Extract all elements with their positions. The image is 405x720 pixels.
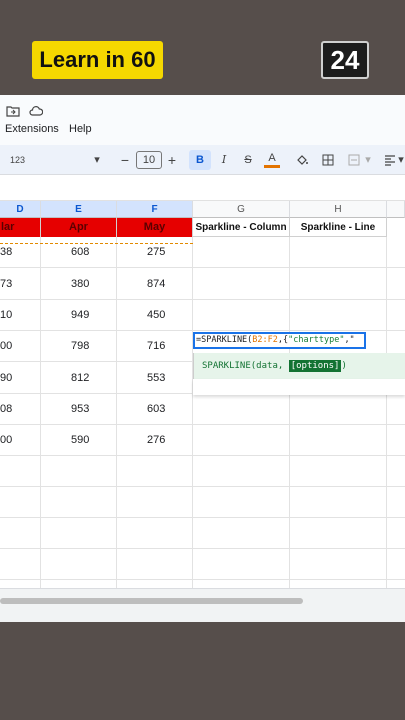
column-header-d[interactable]: D	[0, 201, 41, 218]
formula-range-ref: B2:F2	[252, 335, 278, 345]
cell-d[interactable]: 00	[0, 425, 41, 456]
cell-e[interactable]: 608	[41, 237, 117, 268]
table-row	[0, 487, 405, 518]
counter-badge: 24	[321, 41, 369, 79]
increase-font-size-button[interactable]: +	[166, 150, 178, 170]
merge-cells-icon[interactable]	[348, 154, 360, 166]
borders-icon[interactable]	[322, 154, 334, 166]
scrollbar-thumb[interactable]	[0, 598, 303, 604]
cell-d[interactable]: 38	[0, 237, 41, 268]
formula-tail: ,"	[344, 335, 355, 345]
cell-grid[interactable]: lar Apr May Sparkline - Column Sparkline…	[0, 218, 405, 588]
align-chevron-icon[interactable]: ▾	[397, 150, 405, 170]
spreadsheet-app: Extensions Help 123 ▾ − 10 + B I S A ▾ ▾…	[0, 95, 405, 622]
cell-e[interactable]: 812	[41, 362, 117, 394]
hint-function-signature: SPARKLINE(data,	[202, 361, 289, 371]
decrease-font-size-button[interactable]: −	[120, 150, 130, 170]
column-header-h[interactable]: H	[290, 201, 387, 218]
column-header-g[interactable]: G	[193, 201, 290, 218]
column-header-i[interactable]	[387, 201, 405, 218]
cell-f[interactable]: 450	[117, 300, 193, 331]
header-may[interactable]: May	[117, 218, 193, 237]
learn-in-60-badge: Learn in 60	[32, 41, 163, 79]
text-color-button[interactable]: A	[264, 150, 280, 168]
title-bar: Extensions Help	[0, 95, 405, 145]
toolbar: 123 ▾ − 10 + B I S A ▾ ▾	[0, 145, 405, 175]
hint-options-param: [options]	[288, 360, 342, 372]
cloud-saved-icon[interactable]	[29, 105, 43, 117]
table-row: 38 608 275	[0, 237, 405, 268]
number-format-button[interactable]: 123	[10, 150, 25, 170]
hint-close-paren: )	[341, 361, 347, 371]
font-dropdown-chevron-icon[interactable]: ▾	[92, 150, 102, 170]
cell-d[interactable]: 73	[0, 268, 41, 300]
cell-f[interactable]: 874	[117, 268, 193, 300]
merge-chevron-icon[interactable]: ▾	[364, 150, 372, 170]
table-row	[0, 456, 405, 487]
font-size-field[interactable]: 10	[136, 151, 162, 169]
cell-f[interactable]: 716	[117, 331, 193, 362]
fill-color-icon[interactable]	[296, 154, 308, 166]
function-hint-footer	[193, 379, 405, 395]
copy-selection-marquee	[0, 243, 193, 244]
formula-bar[interactable]	[0, 175, 405, 201]
cell-d[interactable]: 90	[0, 362, 41, 394]
cell-e[interactable]: 380	[41, 268, 117, 300]
cell-e[interactable]: 949	[41, 300, 117, 331]
menu-extensions[interactable]: Extensions	[5, 123, 59, 135]
table-row	[0, 518, 405, 549]
move-folder-icon[interactable]	[6, 105, 20, 117]
cell-e[interactable]: 590	[41, 425, 117, 456]
table-row: 08 953 603	[0, 394, 405, 425]
table-row: 00 590 276	[0, 425, 405, 456]
header-apr[interactable]: Apr	[41, 218, 117, 237]
bold-button[interactable]: B	[189, 150, 211, 170]
table-row: 10 949 450	[0, 300, 405, 331]
column-header-e[interactable]: E	[41, 201, 117, 218]
italic-button[interactable]: I	[216, 150, 232, 170]
formula-separator: ,{	[277, 335, 289, 345]
formula-string-arg: "charttype"	[288, 335, 345, 345]
table-row: 73 380 874	[0, 268, 405, 300]
formula-cell-editor[interactable]: =SPARKLINE(B2:F2,{"charttype","	[193, 332, 366, 349]
strikethrough-button[interactable]: S	[240, 150, 256, 170]
cell-d[interactable]: 08	[0, 394, 41, 425]
table-row	[0, 549, 405, 580]
function-hint-popup[interactable]: SPARKLINE(data, [options])	[193, 353, 405, 379]
cell-e[interactable]: 798	[41, 331, 117, 362]
align-left-icon[interactable]	[384, 154, 396, 166]
formula-prefix: =SPARKLINE(	[196, 335, 253, 345]
cell-f[interactable]: 276	[117, 425, 193, 456]
horizontal-scrollbar[interactable]	[0, 588, 405, 622]
column-header-f[interactable]: F	[117, 201, 193, 218]
cell-d[interactable]: 10	[0, 300, 41, 331]
cell-f[interactable]: 553	[117, 362, 193, 394]
menu-help[interactable]: Help	[69, 123, 92, 135]
header-sparkline-line[interactable]: Sparkline - Line	[290, 218, 387, 237]
cell-e[interactable]: 953	[41, 394, 117, 425]
cell-f[interactable]: 275	[117, 237, 193, 268]
cell-f[interactable]: 603	[117, 394, 193, 425]
header-mar[interactable]: lar	[0, 218, 41, 237]
header-row: lar Apr May Sparkline - Column Sparkline…	[0, 218, 405, 237]
header-sparkline-column[interactable]: Sparkline - Column	[193, 218, 290, 237]
cell-d[interactable]: 00	[0, 331, 41, 362]
